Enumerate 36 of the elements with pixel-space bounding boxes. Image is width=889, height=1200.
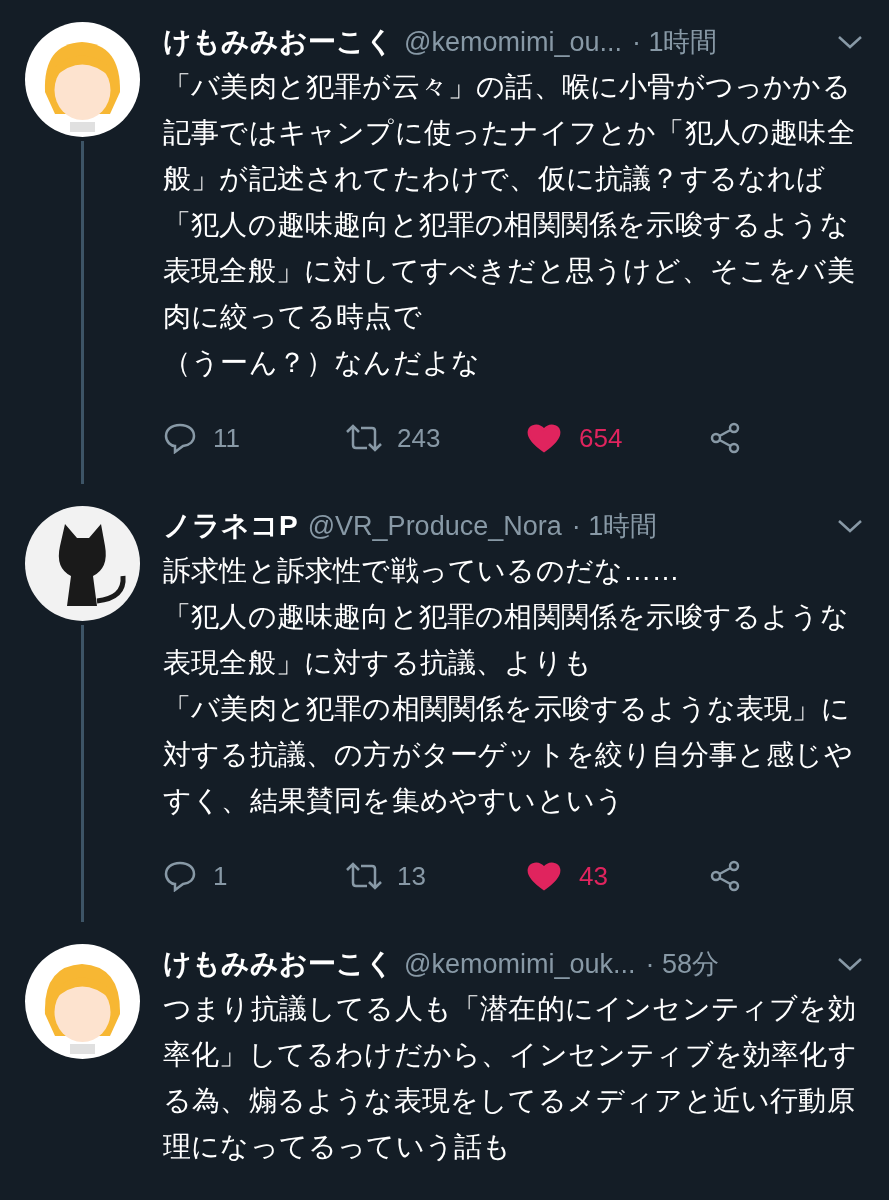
share-icon[interactable] <box>709 860 741 892</box>
timestamp: · 58分 <box>645 947 719 981</box>
reply-icon[interactable] <box>163 422 197 454</box>
tweet-text: 「犯人の趣味趣向と犯罪の相関関係を示唆するような表現全般」に対する抗議、よりも <box>163 600 850 680</box>
timestamp: · 1時間 <box>631 25 718 59</box>
author-name[interactable]: ノラネコP <box>163 505 298 547</box>
share-icon[interactable] <box>709 422 741 454</box>
reply-icon[interactable] <box>163 860 197 892</box>
author-name[interactable]: けもみみおーこく <box>163 943 394 985</box>
reply-count: 11 <box>213 421 240 455</box>
author-handle[interactable]: @kemomimi_ou... <box>404 21 622 63</box>
author-handle[interactable]: @kemomimi_ouk... <box>404 943 636 985</box>
chevron-icon[interactable] <box>837 34 863 50</box>
retweet-icon[interactable] <box>345 861 383 891</box>
retweet-icon[interactable] <box>345 423 383 453</box>
tweet-text: 訴求性と訴求性で戦っているのだな…… <box>163 554 681 588</box>
tweet-text: 「バ美肉と犯罪の相関関係を示唆するような表現」に対する抗議、の方がターゲットを絞り自分事と感じやすく、結果賛同を集めやすいという <box>163 692 854 818</box>
heart-icon[interactable] <box>527 423 561 453</box>
retweet-count: 243 <box>397 421 441 455</box>
tweet-text: つまり抗議してる人も「潜在的にインセンティブを効率化」してるわけだから、インセンティブを効率化する為、煽るような表現をしてるメディアと近い行動原理になってるっていう話も <box>163 992 858 1164</box>
tweet-text: 「バ美肉と犯罪が云々」の話、喉に小骨がつっかかる <box>163 70 852 104</box>
like-count: 654 <box>579 421 623 455</box>
author-name[interactable]: けもみみおーこく <box>163 21 394 63</box>
chevron-icon[interactable] <box>837 956 863 972</box>
avatar[interactable] <box>25 944 140 1059</box>
heart-icon[interactable] <box>527 861 561 891</box>
like-count: 43 <box>579 859 608 893</box>
avatar[interactable] <box>25 22 140 137</box>
avatar[interactable] <box>25 506 140 621</box>
tweet-text: （うーん？）なんだよな <box>163 346 482 380</box>
author-handle[interactable]: @VR_Produce_Nora <box>307 505 562 547</box>
timestamp: · 1時間 <box>571 509 658 543</box>
reply-count: 1 <box>213 859 228 893</box>
tweet-text: 記事ではキャンプに使ったナイフとか「犯人の趣味全般」が記述されてたわけで、仮に抗議？するなれば「犯人の趣味趣向と犯罪の相関関係を示唆するような表現全般」に対してすべきだと思うけど、そこをバ美肉に絞ってる時点で <box>163 116 856 334</box>
chevron-icon[interactable] <box>837 518 863 534</box>
retweet-count: 13 <box>397 859 426 893</box>
